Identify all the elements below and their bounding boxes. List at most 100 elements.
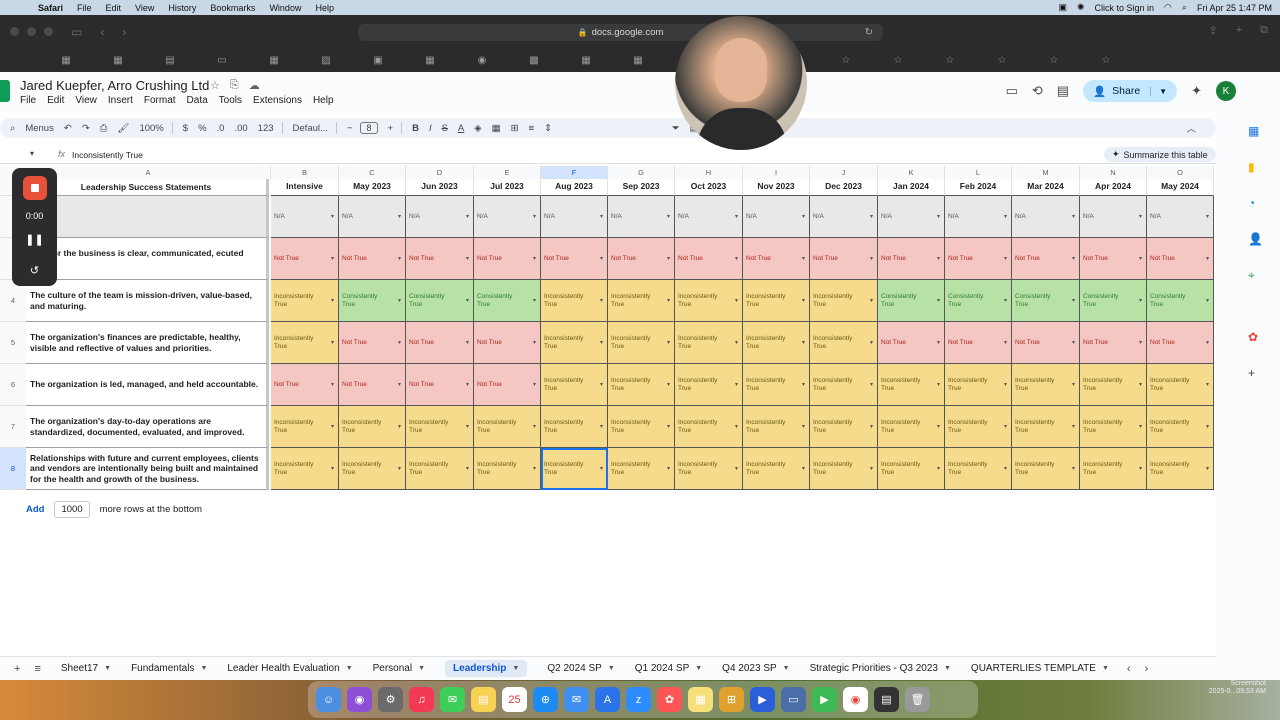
comments-icon[interactable]: ▤ xyxy=(1057,83,1069,99)
status-dropdown-cell[interactable]: Inconsistently True ▾ xyxy=(541,322,608,364)
menu-app[interactable]: Safari xyxy=(38,3,63,13)
zoom-icon[interactable]: z xyxy=(626,687,651,712)
status-dropdown-cell[interactable]: Inconsistently True ▾ xyxy=(743,448,810,490)
status-dropdown-cell[interactable]: Not True ▾ xyxy=(1012,322,1080,364)
status-dropdown-cell[interactable]: Inconsistently True ▾ xyxy=(1080,364,1147,406)
statement-cell[interactable] xyxy=(26,196,269,238)
chevron-down-icon[interactable]: ▾ xyxy=(937,424,940,431)
status-dropdown-cell[interactable]: Inconsistently True ▾ xyxy=(608,364,675,406)
status-dropdown-cell[interactable]: Not True ▾ xyxy=(608,238,675,280)
status-dropdown-cell[interactable]: N/A ▾ xyxy=(810,196,878,238)
statement-cell[interactable]: The organization's day-to-day operations… xyxy=(26,406,269,448)
month-header-cell[interactable]: Feb 2024 xyxy=(945,179,1012,196)
launchpad-icon[interactable]: ⊞ xyxy=(719,687,744,712)
column-header[interactable]: L xyxy=(945,166,1012,179)
status-dropdown-cell[interactable]: Consistently True ▾ xyxy=(1147,280,1214,322)
restart-icon[interactable]: ↺ xyxy=(12,264,57,277)
status-dropdown-cell[interactable]: N/A ▾ xyxy=(945,196,1012,238)
status-dropdown-cell[interactable]: Not True ▾ xyxy=(675,238,743,280)
status-dropdown-cell[interactable]: Consistently True ▾ xyxy=(1080,280,1147,322)
chevron-down-icon[interactable]: ▾ xyxy=(802,214,805,221)
chevron-down-icon[interactable]: ▾ xyxy=(870,214,873,221)
status-dropdown-cell[interactable]: Inconsistently True ▾ xyxy=(675,364,743,406)
chevron-down-icon[interactable]: ▾ xyxy=(1072,382,1075,389)
status-dropdown-cell[interactable]: Inconsistently True ▾ xyxy=(675,406,743,448)
status-dropdown-cell[interactable]: Inconsistently True ▾ xyxy=(743,406,810,448)
status-dropdown-cell[interactable]: Not True ▾ xyxy=(541,238,608,280)
row-number[interactable]: 7 xyxy=(0,406,26,448)
column-header[interactable]: O xyxy=(1147,166,1214,179)
doc-menu-view[interactable]: View xyxy=(75,95,97,106)
status-dropdown-cell[interactable]: Inconsistently True ▾ xyxy=(810,406,878,448)
status-dropdown-cell[interactable]: Not True ▾ xyxy=(406,322,474,364)
row-number[interactable]: 5 xyxy=(0,322,26,364)
status-dropdown-cell[interactable]: Inconsistently True ▾ xyxy=(608,406,675,448)
chevron-down-icon[interactable]: ▾ xyxy=(870,340,873,347)
chevron-down-icon[interactable]: ▾ xyxy=(1072,424,1075,431)
status-dropdown-cell[interactable]: Not True ▾ xyxy=(271,238,339,280)
month-header-cell[interactable]: Dec 2023 xyxy=(810,179,878,196)
sheet-tab[interactable]: Sheet17 ▼ xyxy=(61,660,111,677)
column-header[interactable]: J xyxy=(810,166,878,179)
month-header-cell[interactable]: Jul 2023 xyxy=(474,179,541,196)
chevron-down-icon[interactable]: ▾ xyxy=(735,298,738,305)
header-cell-statements[interactable]: Leadership Success Statements xyxy=(26,179,269,196)
chevron-down-icon[interactable]: ▾ xyxy=(735,424,738,431)
menu-help[interactable]: Help xyxy=(315,3,334,13)
chevron-down-icon[interactable]: ▾ xyxy=(398,298,401,305)
chevron-down-icon[interactable]: ▾ xyxy=(533,382,536,389)
statement-cell[interactable]: Relationships with future and current em… xyxy=(26,448,269,490)
status-dropdown-cell[interactable]: Inconsistently True ▾ xyxy=(675,448,743,490)
status-dropdown-cell[interactable]: Not True ▾ xyxy=(1080,238,1147,280)
document-icon[interactable]: ▤ xyxy=(874,687,899,712)
status-dropdown-cell[interactable]: Inconsistently True ▾ xyxy=(1012,448,1080,490)
chevron-down-icon[interactable]: ▾ xyxy=(735,382,738,389)
back-icon[interactable]: ‹ xyxy=(100,25,104,39)
menu-bookmarks[interactable]: Bookmarks xyxy=(210,3,255,13)
sheets-logo-icon[interactable] xyxy=(0,80,10,102)
chevron-down-icon[interactable]: ▾ xyxy=(466,382,469,389)
column-header[interactable]: E xyxy=(474,166,541,179)
status-dropdown-cell[interactable]: Inconsistently True ▾ xyxy=(271,322,339,364)
star-icon[interactable]: ☆ xyxy=(210,79,220,92)
status-dropdown-cell[interactable]: Inconsistently True ▾ xyxy=(608,448,675,490)
chevron-down-icon[interactable]: ▾ xyxy=(331,256,334,263)
status-dropdown-cell[interactable]: Not True ▾ xyxy=(1147,238,1214,280)
status-dropdown-cell[interactable]: N/A ▾ xyxy=(474,196,541,238)
share-button[interactable]: 👤 Share ▼ xyxy=(1083,80,1178,102)
zoom-window-button[interactable] xyxy=(44,27,53,36)
month-header-cell[interactable]: Sep 2023 xyxy=(608,179,675,196)
get-addons-icon[interactable]: + xyxy=(1248,366,1255,380)
chevron-down-icon[interactable]: ▾ xyxy=(398,382,401,389)
share-icon[interactable]: ⇪ xyxy=(1208,24,1217,37)
status-dropdown-cell[interactable]: Inconsistently True ▾ xyxy=(271,406,339,448)
status-dropdown-cell[interactable]: Consistently True ▾ xyxy=(474,280,541,322)
bold-icon[interactable]: B xyxy=(412,123,419,134)
status-dropdown-cell[interactable]: N/A ▾ xyxy=(743,196,810,238)
chevron-down-icon[interactable]: ▼ xyxy=(200,665,207,672)
status-dropdown-cell[interactable]: Consistently True ▾ xyxy=(1012,280,1080,322)
favorite-item[interactable]: ▭ xyxy=(196,55,248,66)
star-icon[interactable]: ☆ xyxy=(1028,55,1080,66)
statement-cell[interactable]: The organization's finances are predicta… xyxy=(26,322,269,364)
screenrecorder-icon[interactable]: ▶ xyxy=(750,687,775,712)
notes-icon[interactable]: ▤ xyxy=(471,687,496,712)
month-header-cell[interactable]: Jan 2024 xyxy=(878,179,945,196)
scroll-tabs-left-icon[interactable]: ‹ xyxy=(1127,663,1131,675)
chevron-down-icon[interactable]: ▼ xyxy=(418,665,425,672)
chevron-down-icon[interactable]: ▾ xyxy=(600,256,603,263)
chevron-down-icon[interactable]: ▾ xyxy=(1139,340,1142,347)
chevron-down-icon[interactable]: ▾ xyxy=(398,256,401,263)
keep-icon[interactable]: ▮ xyxy=(1248,160,1255,174)
messages-icon[interactable]: ✉ xyxy=(440,687,465,712)
favorite-item[interactable]: ▦ xyxy=(40,55,92,66)
status-dropdown-cell[interactable]: Inconsistently True ▾ xyxy=(271,448,339,490)
chevron-down-icon[interactable]: ▾ xyxy=(802,466,805,473)
status-dropdown-cell[interactable]: Inconsistently True ▾ xyxy=(1080,406,1147,448)
add-rows-count-input[interactable]: 1000 xyxy=(54,501,90,518)
chevron-down-icon[interactable]: ▾ xyxy=(937,466,940,473)
chevron-down-icon[interactable]: ▾ xyxy=(870,382,873,389)
chevron-down-icon[interactable]: ▾ xyxy=(802,256,805,263)
stickies-icon[interactable]: ▦ xyxy=(688,687,713,712)
status-dropdown-cell[interactable]: Not True ▾ xyxy=(271,364,339,406)
